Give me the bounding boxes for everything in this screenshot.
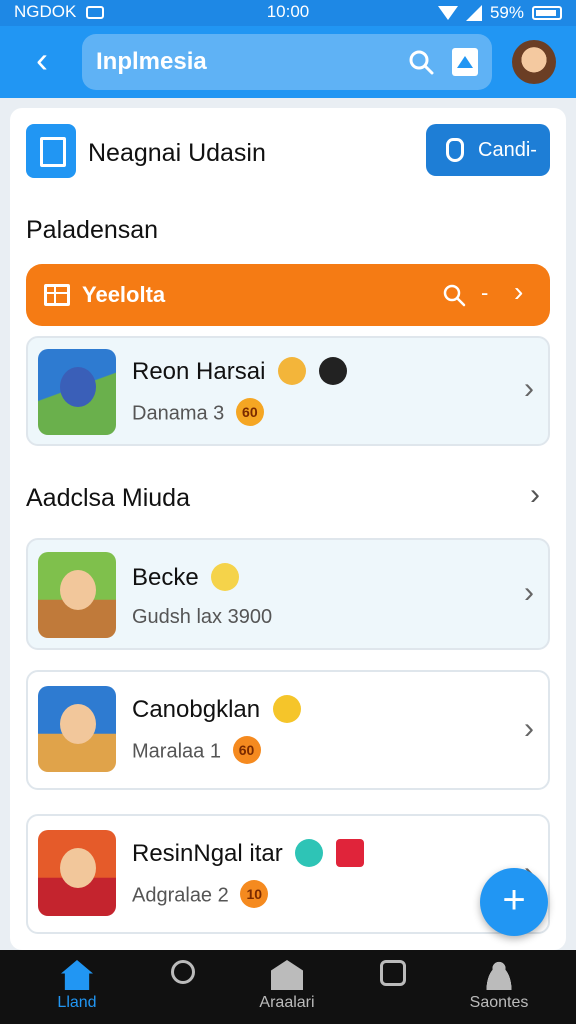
chevron-right-icon[interactable]: › bbox=[524, 576, 534, 610]
game-thumbnail bbox=[38, 552, 116, 638]
list-item[interactable]: Becke Gudsh lax 3900 › bbox=[26, 538, 550, 650]
game-sub: Adgralae 2 10 bbox=[132, 880, 269, 910]
avatar[interactable] bbox=[512, 40, 556, 84]
game-thumbnail bbox=[38, 830, 116, 916]
cta-label: Candi- bbox=[478, 139, 537, 161]
game-sub-text: Maralaa 1 bbox=[132, 740, 221, 763]
page-title: Neagnai Udasin bbox=[88, 139, 266, 167]
add-button[interactable]: + bbox=[480, 868, 548, 936]
character-image bbox=[60, 367, 96, 407]
signal-icon bbox=[465, 5, 482, 21]
chevron-right-icon[interactable]: › bbox=[514, 276, 523, 308]
game-name-text: ResinNgal itar bbox=[132, 840, 283, 867]
header-row: Neagnai Udasin Candi- bbox=[26, 124, 550, 178]
battery-percent: 59% bbox=[489, 3, 524, 22]
image-search-icon[interactable] bbox=[452, 48, 478, 76]
section-header-2[interactable]: Aadclsa Miuda › bbox=[26, 476, 550, 516]
nav-label: Saontes bbox=[469, 994, 529, 1011]
search-icon[interactable] bbox=[408, 49, 434, 75]
game-name: Canobgklan bbox=[132, 694, 301, 725]
nav-label: Araalari bbox=[259, 994, 315, 1011]
score-badge: 60 bbox=[235, 398, 264, 426]
character-image bbox=[60, 704, 96, 744]
game-name: Becke bbox=[132, 562, 240, 593]
wifi-icon bbox=[437, 6, 458, 20]
document-icon bbox=[26, 124, 76, 178]
search-text: Inplmesia bbox=[96, 48, 207, 75]
game-sub: Maralaa 1 60 bbox=[132, 736, 261, 766]
grid-icon bbox=[44, 284, 70, 306]
emoji-badge-icon bbox=[278, 356, 307, 385]
game-name-text: Becke bbox=[132, 564, 199, 591]
search-icon bbox=[171, 960, 195, 984]
search-input[interactable]: Inplmesia bbox=[82, 34, 492, 90]
nav-item-store[interactable]: Araalari bbox=[232, 960, 342, 1020]
list-item-featured[interactable]: Reon Harsai Danama 3 60 › bbox=[26, 336, 550, 446]
chevron-right-icon[interactable]: › bbox=[524, 372, 534, 406]
game-name-text: Reon Harsai bbox=[132, 358, 266, 385]
emoji-badge-icon bbox=[211, 562, 240, 591]
filter-bar[interactable]: Yeelolta - › bbox=[26, 264, 550, 326]
emoji-badge-icon bbox=[272, 694, 301, 723]
chevron-right-icon[interactable]: › bbox=[530, 478, 540, 512]
nav-item-profile[interactable]: Saontes bbox=[444, 960, 554, 1020]
list-item[interactable]: ResinNgal itar Adgralae 2 10 › bbox=[26, 814, 550, 934]
score-badge: 60 bbox=[232, 736, 261, 764]
clock-icon bbox=[380, 960, 406, 986]
game-sub-text: Danama 3 bbox=[132, 402, 225, 425]
app-bar: ‹ Inplmesia bbox=[0, 26, 576, 98]
list-item[interactable]: Canobgklan Maralaa 1 60 › bbox=[26, 670, 550, 790]
nav-item-history[interactable] bbox=[338, 960, 448, 1020]
game-sub-text: Adgralae 2 bbox=[132, 884, 229, 907]
main-content: Neagnai Udasin Candi- Paladensan Yeelolt… bbox=[10, 108, 566, 950]
status-bar: NGDOK 10:00 59% bbox=[0, 0, 576, 26]
character-image bbox=[60, 848, 96, 888]
score-badge: 10 bbox=[240, 880, 269, 908]
game-name-text: Canobgklan bbox=[132, 696, 261, 723]
emoji-badge-icon bbox=[295, 838, 324, 867]
nav-label: Lland bbox=[57, 994, 97, 1011]
game-sub: Danama 3 60 bbox=[132, 398, 264, 428]
nav-item-search[interactable] bbox=[128, 960, 238, 1020]
nav-item-home[interactable]: Lland bbox=[22, 960, 132, 1020]
bottom-nav: Lland Araalari Saontes bbox=[0, 950, 576, 1024]
store-icon bbox=[271, 960, 303, 990]
hand-icon bbox=[446, 138, 464, 162]
section-title-2: Aadclsa Miuda bbox=[26, 484, 190, 512]
search-icon[interactable] bbox=[442, 283, 466, 307]
game-name: ResinNgal itar bbox=[132, 838, 365, 869]
game-sub-text: Gudsh lax 3900 bbox=[132, 606, 273, 628]
emoji-badge-icon bbox=[318, 356, 347, 385]
battery-icon bbox=[532, 6, 562, 20]
section-title-1: Paladensan bbox=[26, 216, 159, 244]
game-thumbnail bbox=[38, 686, 116, 772]
game-thumbnail bbox=[38, 349, 116, 435]
game-name: Reon Harsai bbox=[132, 356, 347, 387]
home-icon bbox=[61, 960, 93, 990]
back-button[interactable]: ‹ bbox=[24, 42, 60, 82]
cta-button[interactable]: Candi- bbox=[426, 124, 550, 176]
chevron-right-icon[interactable]: › bbox=[524, 712, 534, 746]
game-sub: Gudsh lax 3900 bbox=[132, 606, 272, 629]
character-image bbox=[60, 570, 96, 610]
status-right: 59% bbox=[437, 3, 562, 23]
filter-label: Yeelolta bbox=[82, 282, 166, 307]
emoji-badge-icon bbox=[336, 838, 365, 867]
person-icon bbox=[483, 960, 515, 990]
filter-separator: - bbox=[481, 280, 489, 305]
